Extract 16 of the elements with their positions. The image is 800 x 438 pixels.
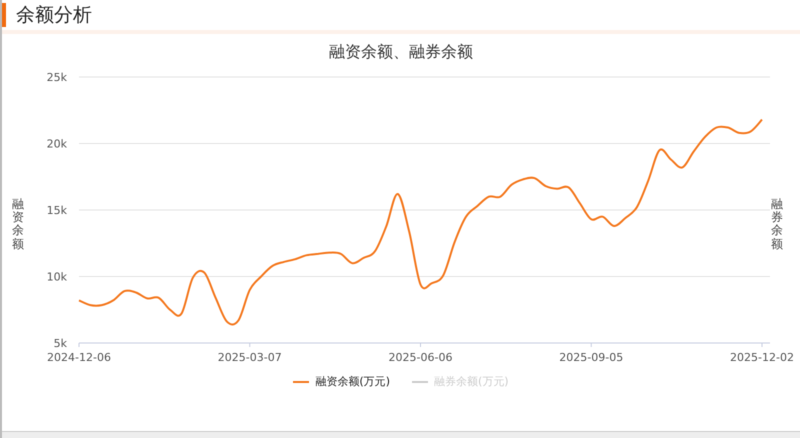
y-axis-title: 融资余额 (12, 198, 24, 251)
legend-item[interactable]: 融资余额(万元) (291, 372, 392, 391)
y-tick-label: 20k (46, 138, 67, 150)
section-accent-bar (2, 3, 6, 27)
y-tick-label: 15k (46, 204, 67, 217)
chart-title: 融资余额、融券余额 (329, 42, 473, 63)
y-axis-title: 融券余额 (771, 198, 783, 251)
x-tick-label: 2025-09-05 (559, 351, 624, 364)
y-tick-label: 25k (46, 71, 67, 84)
x-tick-label: 2025-06-06 (388, 351, 452, 364)
x-tick-label: 2025-03-07 (218, 351, 282, 364)
x-tick-label: 2025-12-02 (730, 351, 794, 364)
section-title: 余额分析 (16, 3, 92, 28)
x-tick-label: 2024-12-06 (47, 351, 111, 364)
y-tick-label: 5k (54, 337, 67, 350)
y-tick-label: 10k (46, 270, 67, 284)
